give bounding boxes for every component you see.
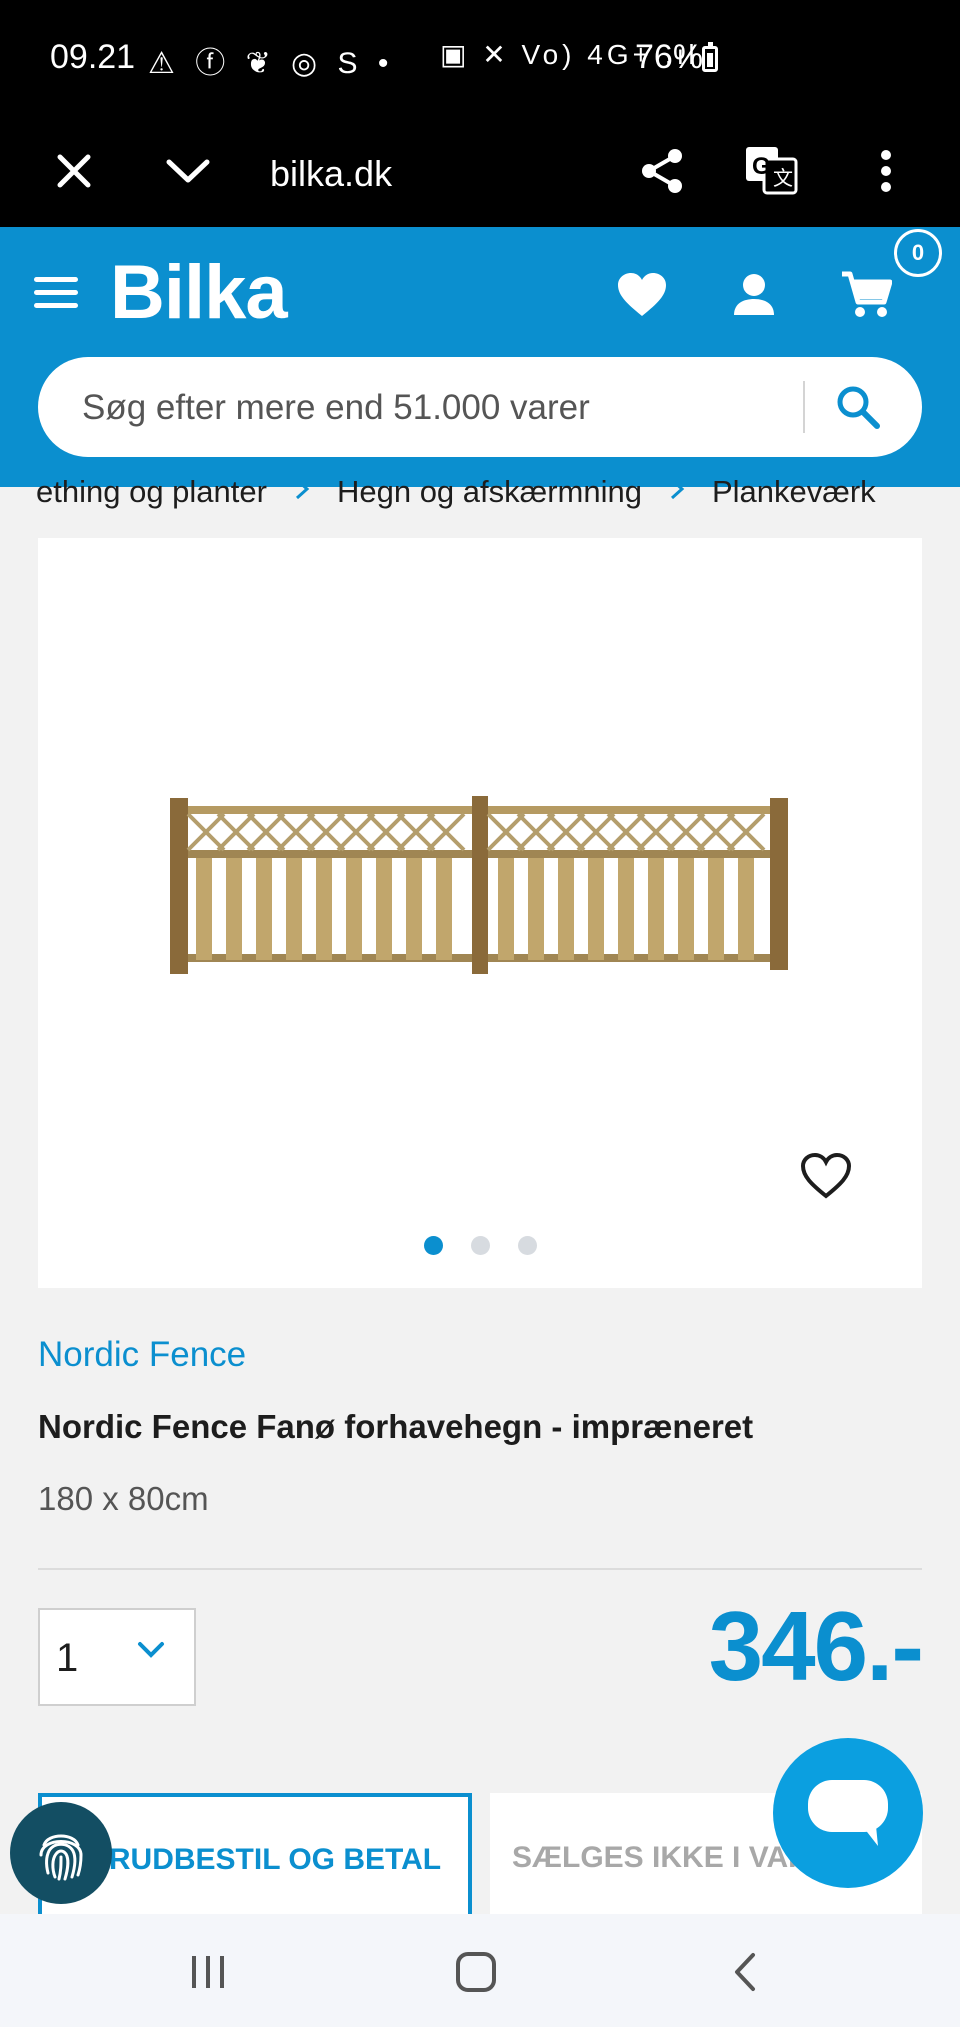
status-time: 09.21 — [50, 38, 136, 76]
product-image-gallery[interactable] — [38, 538, 922, 1288]
gallery-dot-2[interactable] — [470, 1236, 490, 1255]
bilka-logo[interactable]: Bilka — [110, 249, 288, 336]
product-image — [166, 796, 792, 976]
divider — [38, 1568, 922, 1570]
search-divider — [803, 381, 805, 433]
product-price: 346.- — [708, 1591, 924, 1701]
svg-text:文: 文 — [773, 167, 793, 190]
quantity-select[interactable]: 1 — [38, 1608, 196, 1706]
site-header: Bilka 0 — [0, 227, 960, 487]
chevron-down-icon[interactable] — [156, 139, 220, 203]
product-size: 180 x 80cm — [38, 1480, 209, 1517]
chevron-down-icon — [136, 1640, 166, 1665]
breadcrumb-item[interactable]: Plankeværk — [712, 474, 876, 510]
click-and-collect-label: RUDBESTIL OG BETAL — [108, 1843, 442, 1876]
search-input[interactable] — [80, 379, 804, 437]
breadcrumb: ething og planter Hegn og afskærmning Pl… — [0, 470, 960, 520]
chevron-right-icon — [668, 475, 686, 509]
recent-apps-icon[interactable] — [178, 1942, 238, 2002]
quantity-value: 1 — [56, 1636, 79, 1680]
cart-icon[interactable] — [836, 265, 896, 325]
not-sold-in-store-label: SÆLGES IKKE I VAR — [512, 1841, 810, 1874]
close-icon[interactable] — [42, 139, 106, 203]
product-brand-link[interactable]: Nordic Fence — [38, 1335, 246, 1375]
fingerprint-icon[interactable] — [10, 1802, 112, 1904]
more-icon[interactable] — [854, 139, 918, 203]
gallery-dot-3[interactable] — [517, 1236, 537, 1255]
url-text[interactable]: bilka.dk — [270, 153, 392, 195]
notification-icons: ⚠ ⓕ ❦ ◎ S • — [148, 47, 395, 80]
battery-percent: 76% — [635, 38, 704, 76]
translate-icon[interactable]: G 文 — [740, 139, 804, 203]
breadcrumb-item[interactable]: Hegn og afskærmning — [337, 474, 642, 510]
svg-text:G: G — [752, 153, 771, 180]
battery-icon — [702, 42, 718, 72]
gallery-pagination — [38, 1236, 922, 1255]
chat-icon[interactable] — [773, 1738, 923, 1888]
chevron-right-icon — [293, 475, 311, 509]
status-bar: 09.21 ⚠ ⓕ ❦ ◎ S • ▣ ✕ Vo) 4G+ .ıl 76% — [0, 0, 960, 115]
cart-count-badge: 0 — [894, 229, 942, 277]
product-title: Nordic Fence Fanø forhavehegn - impræner… — [38, 1408, 754, 1445]
home-icon[interactable] — [446, 1942, 506, 2002]
favorites-heart-icon[interactable] — [612, 265, 672, 325]
browser-toolbar: bilka.dk G 文 — [0, 115, 960, 227]
search-box — [38, 357, 922, 457]
gallery-dot-1[interactable] — [423, 1236, 443, 1255]
menu-icon[interactable] — [34, 277, 78, 313]
breadcrumb-item[interactable]: ething og planter — [36, 474, 267, 510]
wishlist-heart-icon[interactable] — [796, 1148, 856, 1204]
account-icon[interactable] — [724, 265, 784, 325]
system-navigation-bar — [0, 1914, 960, 2027]
back-icon[interactable] — [714, 1942, 774, 2002]
search-icon[interactable] — [828, 377, 888, 437]
share-icon[interactable] — [630, 139, 694, 203]
